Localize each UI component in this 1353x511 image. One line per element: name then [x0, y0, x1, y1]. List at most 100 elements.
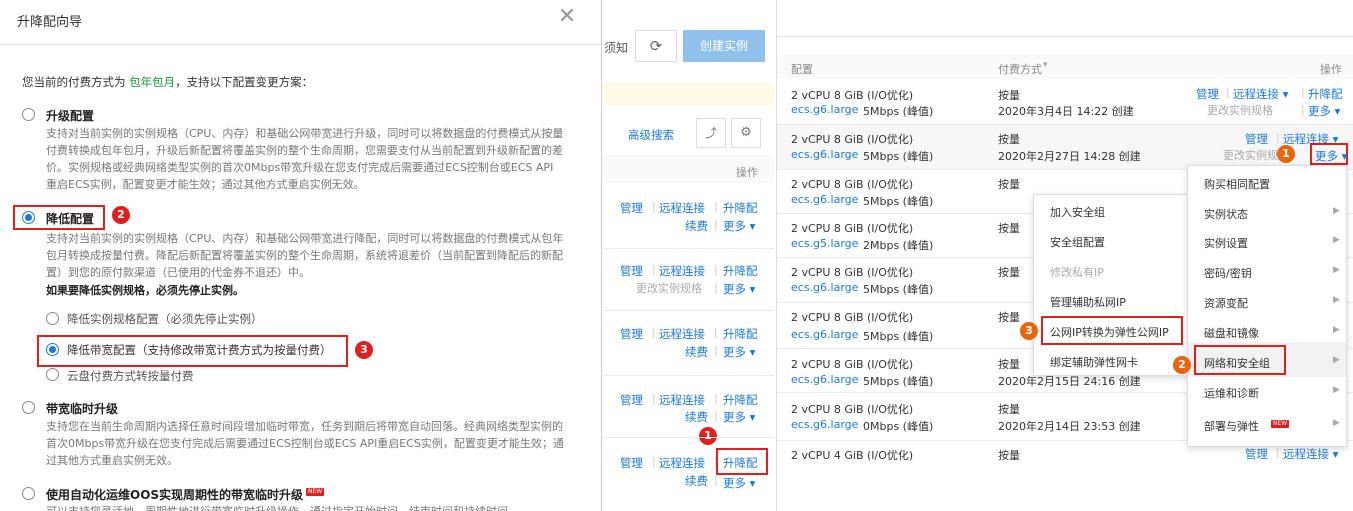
separator: |: [652, 455, 656, 468]
upgrade-wizard-dialog: 升降配向导 ✕ 您当前的付费方式为 包年包月，支持以下配置变更方案： 升级配置 …: [0, 0, 602, 511]
notice-text: 须知: [604, 41, 629, 55]
chevron-down-icon: ▾: [749, 219, 756, 233]
gear-icon[interactable]: ⚙: [731, 118, 761, 148]
chevron-down-icon: ▾: [1334, 104, 1341, 118]
row-config: 2 vCPU 8 GiB (I/O优化): [791, 358, 914, 371]
instance-type-link[interactable]: ecs.g6.large: [791, 418, 858, 431]
menu-item-modify-private-ip[interactable]: 修改私有IP: [1050, 264, 1104, 280]
divider: [0, 44, 601, 45]
option-title-upgrade: 升级配置: [46, 109, 95, 123]
instance-type-link[interactable]: ecs.g6.large: [791, 328, 858, 341]
menu-item-buy-same[interactable]: 购买相同配置: [1204, 176, 1270, 192]
radio-downgrade[interactable]: [22, 211, 35, 224]
instance-type-link[interactable]: ecs.g6.large: [791, 148, 858, 161]
row-config: 2 vCPU 4 GiB (I/O优化): [791, 449, 914, 462]
refresh-icon[interactable]: ⟳: [635, 30, 677, 62]
option-desc-upgrade: 支持对当前实例的实例规格（CPU、内存）和基础公网带宽进行升级，同时可以将数据盘…: [46, 127, 564, 191]
instance-type-link[interactable]: ecs.g6.large: [791, 193, 858, 206]
more-label: 更多: [723, 410, 746, 424]
manage-link[interactable]: 管理: [620, 326, 643, 342]
option-desc-downgrade: 支持对当前实例的实例规格（CPU、内存）和基础公网带宽进行降配，同时可以将数据盘…: [46, 232, 564, 279]
step-badge-1: 1: [699, 427, 717, 445]
menu-item-convert-to-eip[interactable]: 公网IP转换为弹性公网IP: [1050, 324, 1169, 340]
close-icon[interactable]: ✕: [556, 6, 578, 28]
remote-link[interactable]: 远程连接 ▾: [1283, 446, 1338, 462]
menu-item-password-key[interactable]: 密码/密钥: [1204, 265, 1252, 281]
more-link[interactable]: 更多 ▾: [723, 409, 755, 425]
export-icon[interactable]: ⤴: [696, 118, 726, 148]
chevron-right-icon: ▶: [1333, 295, 1340, 305]
instance-type-link[interactable]: ecs.g6.large: [791, 103, 858, 116]
sort-icon[interactable]: ▾: [1043, 60, 1048, 70]
instance-type-link[interactable]: ecs.g5.large: [791, 237, 858, 250]
menu-item-join-security-group[interactable]: 加入安全组: [1050, 204, 1105, 220]
separator: |: [1276, 131, 1280, 144]
row-config: 2 vCPU 8 GiB (I/O优化): [791, 89, 914, 102]
manage-link[interactable]: 管理: [620, 200, 643, 216]
more-link[interactable]: 更多 ▾: [723, 281, 755, 297]
renew-link[interactable]: 续费: [685, 473, 708, 489]
radio-disk-billing[interactable]: [46, 368, 59, 381]
instance-type-link[interactable]: ecs.g6.large: [791, 281, 858, 294]
more-link[interactable]: 更多 ▾: [723, 218, 755, 234]
intro-suffix: ，支持以下配置变更方案：: [175, 75, 314, 89]
radio-oos[interactable]: [22, 487, 35, 500]
chevron-right-icon: ▶: [1333, 355, 1340, 365]
more-link-highlighted[interactable]: 更多 ▾: [1315, 148, 1347, 164]
more-link[interactable]: 更多 ▾: [723, 475, 755, 491]
create-instance-button[interactable]: 创建实例: [683, 30, 765, 62]
menu-item-secondary-private-ip[interactable]: 管理辅助私网IP: [1050, 294, 1126, 310]
menu-item-network-security[interactable]: 网络和安全组: [1204, 355, 1270, 371]
remote-link[interactable]: 远程连接: [659, 455, 705, 471]
menu-item-disk-image[interactable]: 磁盘和镜像: [1204, 325, 1259, 341]
upgrade-link[interactable]: 升降配: [1308, 86, 1343, 102]
upgrade-link[interactable]: 升降配: [723, 392, 758, 408]
manage-link[interactable]: 管理: [1196, 86, 1219, 102]
menu-item-deploy-elastic[interactable]: 部署与弹性: [1204, 418, 1259, 434]
remote-link[interactable]: 远程连接: [659, 200, 705, 216]
separator: |: [652, 326, 656, 339]
more-link[interactable]: 更多 ▾: [723, 344, 755, 360]
separator: |: [1301, 103, 1305, 116]
renew-link[interactable]: 续费: [685, 218, 708, 234]
menu-item-ops-diagnosis[interactable]: 运维和诊断: [1204, 385, 1259, 401]
more-label: 更多: [1315, 149, 1338, 163]
more-label: 更多: [1308, 104, 1331, 118]
remote-link[interactable]: 远程连接: [659, 392, 705, 408]
payment-type: 按量: [998, 266, 1020, 279]
radio-downgrade-bandwidth[interactable]: [46, 343, 59, 356]
renew-link[interactable]: 续费: [685, 409, 708, 425]
upgrade-link[interactable]: 升降配: [723, 263, 758, 279]
more-link[interactable]: 更多 ▾: [1308, 103, 1340, 119]
instance-list-background: 须知 ⟳ 创建实例 高级搜索 ⤴ ⚙ 操作 管理 | 远程连接 | 升降配 续费…: [603, 0, 774, 511]
menu-item-instance-settings[interactable]: 实例设置: [1204, 235, 1248, 251]
manage-link[interactable]: 管理: [1245, 446, 1268, 462]
row-config: 2 vCPU 8 GiB (I/O优化): [791, 133, 914, 146]
upgrade-link[interactable]: 升降配: [723, 200, 758, 216]
renew-link[interactable]: 续费: [685, 344, 708, 360]
advanced-search-link[interactable]: 高级搜索: [628, 127, 674, 143]
manage-link[interactable]: 管理: [620, 455, 643, 471]
menu-item-instance-status[interactable]: 实例状态: [1204, 206, 1248, 222]
radio-upgrade[interactable]: [22, 108, 35, 121]
radio-downgrade-spec[interactable]: [46, 312, 59, 325]
upgrade-link-highlighted[interactable]: 升降配: [723, 455, 758, 471]
remote-link[interactable]: 远程连接: [659, 326, 705, 342]
separator: |: [1276, 446, 1280, 459]
remote-link[interactable]: 远程连接: [659, 263, 705, 279]
chevron-down-icon: ▾: [749, 476, 756, 490]
option-title-temp-upgrade: 带宽临时升级: [46, 402, 119, 416]
table-header: [777, 55, 1353, 79]
menu-item-bind-eni[interactable]: 绑定辅助弹性网卡: [1050, 354, 1138, 370]
chevron-down-icon: ▾: [1332, 447, 1339, 461]
manage-link[interactable]: 管理: [620, 263, 643, 279]
radio-temp-upgrade[interactable]: [22, 401, 35, 414]
upgrade-link[interactable]: 升降配: [723, 326, 758, 342]
instance-type-link[interactable]: ecs.g6.large: [791, 373, 858, 386]
remote-link[interactable]: 远程连接 ▾: [1233, 86, 1288, 102]
menu-item-resource-change[interactable]: 资源变配: [1204, 295, 1248, 311]
manage-link[interactable]: 管理: [620, 392, 643, 408]
menu-item-security-group-config[interactable]: 安全组配置: [1050, 234, 1105, 250]
manage-link[interactable]: 管理: [1245, 131, 1268, 147]
option-title-downgrade: 降低配置: [46, 212, 95, 226]
